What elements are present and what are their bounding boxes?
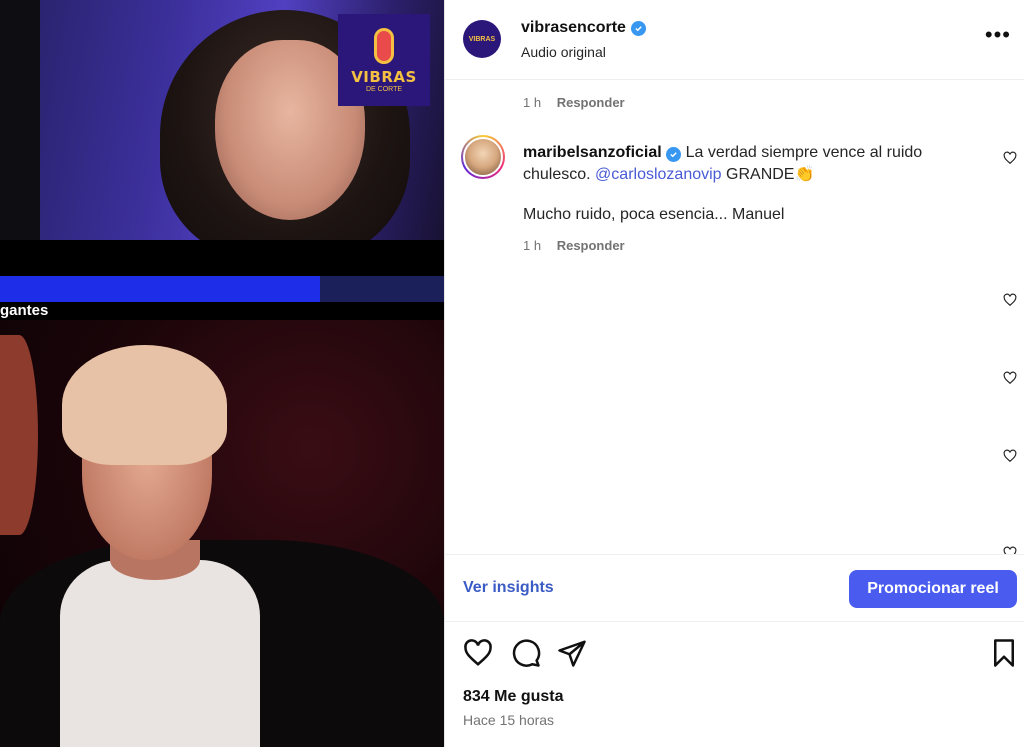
- comment-username[interactable]: maribelsanzoficial: [523, 144, 662, 161]
- comment-icon[interactable]: [511, 638, 541, 668]
- comments-list[interactable]: 1 h Responder maribelsanzoficial La verd…: [445, 80, 1024, 554]
- comment-second-line: Mucho ruido, poca esencia... Manuel: [523, 206, 785, 223]
- post-header: VIBRAS vibrasencorte Audio original •••: [445, 0, 1024, 80]
- avatar[interactable]: VIBRAS: [463, 20, 501, 58]
- reply-button[interactable]: Responder: [557, 238, 625, 253]
- avatar[interactable]: [461, 135, 505, 179]
- microphone-icon: [374, 27, 394, 64]
- heart-icon[interactable]: [1003, 371, 1017, 385]
- action-icons: [445, 630, 1024, 676]
- likes-count[interactable]: 834 Me gusta: [463, 688, 563, 706]
- comment-meta: 1 h Responder: [523, 95, 625, 110]
- reel-video[interactable]: VIBRAS DE CORTE gantes: [0, 0, 444, 747]
- reply-button[interactable]: Responder: [557, 95, 625, 110]
- comment-text: maribelsanzoficial La verdad siempre ven…: [523, 144, 923, 183]
- clap-emoji: 👏: [794, 166, 815, 183]
- heart-icon[interactable]: [1003, 449, 1017, 463]
- tv-banner: [0, 276, 320, 302]
- post-timestamp: Hace 15 horas: [463, 712, 555, 728]
- tv-caption: gantes: [0, 302, 49, 319]
- insights-link[interactable]: Ver insights: [463, 579, 554, 597]
- comment-meta: 1 h Responder: [523, 238, 625, 253]
- bookmark-icon[interactable]: [989, 638, 1019, 668]
- verified-icon: [630, 20, 646, 36]
- post-panel: VIBRAS vibrasencorte Audio original ••• …: [444, 0, 1024, 747]
- channel-logo: VIBRAS DE CORTE: [338, 14, 430, 106]
- verified-icon: [666, 147, 682, 162]
- owner-actions: Ver insights Promocionar reel: [445, 554, 1024, 622]
- heart-icon[interactable]: [463, 638, 493, 668]
- heart-icon[interactable]: [1003, 293, 1017, 307]
- mention-link[interactable]: @carloslozanovip: [595, 166, 722, 183]
- share-icon[interactable]: [557, 638, 587, 668]
- more-icon[interactable]: •••: [985, 24, 1011, 46]
- account-name[interactable]: vibrasencorte: [521, 19, 646, 37]
- promote-reel-button[interactable]: Promocionar reel: [849, 570, 1017, 608]
- heart-icon[interactable]: [1003, 546, 1017, 554]
- audio-link[interactable]: Audio original: [521, 44, 606, 60]
- heart-icon[interactable]: [1003, 151, 1017, 165]
